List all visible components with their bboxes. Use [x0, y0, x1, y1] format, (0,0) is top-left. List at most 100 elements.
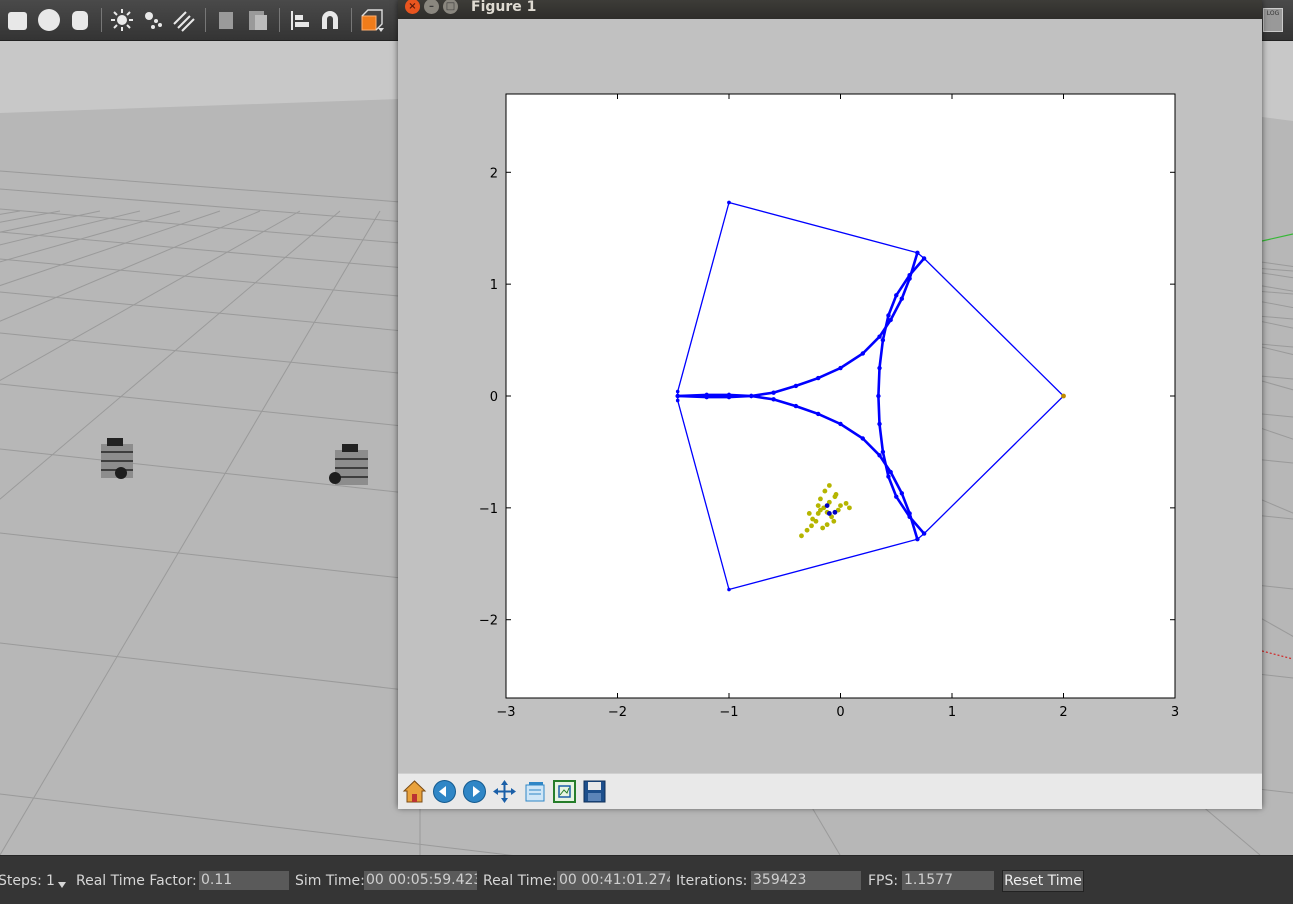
- spot-light-icon[interactable]: [141, 7, 165, 33]
- series-point: [675, 393, 680, 399]
- window-titlebar[interactable]: × – □ Figure 1: [398, 0, 1262, 19]
- robot-left[interactable]: [101, 438, 133, 479]
- steps-value[interactable]: 1: [46, 873, 55, 889]
- series-point: [704, 392, 709, 398]
- series-point: [899, 491, 905, 496]
- scatter-point: [831, 518, 837, 524]
- series-point: [915, 250, 920, 256]
- view-angle-icon[interactable]: [360, 7, 384, 33]
- chevron-down-icon[interactable]: [58, 882, 66, 888]
- cylinder-icon[interactable]: [68, 7, 92, 33]
- scatter-point: [822, 488, 828, 494]
- series-point: [877, 453, 882, 458]
- home-icon[interactable]: [401, 778, 428, 805]
- series-point: [921, 531, 927, 536]
- series-point: [771, 397, 776, 402]
- snap-icon[interactable]: [318, 7, 342, 33]
- series-point: [877, 334, 882, 339]
- copy-icon[interactable]: [215, 7, 239, 33]
- x-tick-label: 0: [836, 705, 844, 720]
- directional-light-icon[interactable]: [172, 7, 196, 33]
- maximize-window-icon[interactable]: □: [443, 0, 458, 14]
- series-point: [726, 392, 732, 398]
- save-icon[interactable]: [581, 778, 608, 805]
- toolbar-separator: [279, 8, 280, 32]
- align-icon[interactable]: [288, 7, 312, 33]
- fps-field[interactable]: 1.1577: [902, 871, 994, 890]
- x-tick-label: −1: [719, 705, 738, 720]
- series-point: [894, 293, 899, 298]
- figure-window: × – □ Figure 1 −3 −2 −1 0 1 2 3 −2 −1 0 1 2: [398, 0, 1262, 809]
- sphere-icon[interactable]: [37, 7, 61, 33]
- scatter-point: [824, 503, 830, 509]
- scatter-point: [826, 483, 832, 488]
- y-tick-label: −1: [479, 502, 498, 517]
- y-tick-label: 2: [490, 166, 498, 181]
- series-point: [894, 494, 899, 499]
- x-tick-label: 1: [948, 705, 956, 720]
- series-point: [888, 469, 893, 475]
- close-window-icon[interactable]: ×: [405, 0, 420, 14]
- steps-label: Steps:: [0, 873, 42, 889]
- series-point: [727, 587, 731, 592]
- scatter-point: [818, 507, 823, 513]
- log-icon[interactable]: LOG: [1263, 8, 1283, 32]
- toolbar-separator: [205, 8, 206, 32]
- series-point: [915, 536, 920, 542]
- minimize-window-icon[interactable]: –: [424, 0, 439, 14]
- series-point: [880, 337, 886, 343]
- box-icon[interactable]: [6, 7, 30, 33]
- scatter-point: [818, 496, 823, 502]
- subplots-icon[interactable]: [521, 778, 548, 805]
- series-point: [793, 403, 799, 409]
- scatter-point: [847, 505, 852, 511]
- real-time-label: Real Time:: [483, 873, 557, 889]
- series-point: [880, 449, 886, 455]
- series-point: [888, 317, 893, 323]
- series-point: [877, 421, 882, 427]
- series-point: [727, 200, 731, 205]
- plot-canvas[interactable]: −3 −2 −1 0 1 2 3 −2 −1 0 1 2: [398, 19, 1262, 773]
- series-point: [907, 514, 912, 519]
- series-point: [877, 365, 882, 371]
- reset-time-button[interactable]: Reset Time: [1002, 870, 1084, 892]
- scatter-point: [833, 492, 839, 497]
- scatter-point: [832, 509, 838, 515]
- scatter-point: [824, 522, 830, 528]
- scatter-point: [815, 503, 821, 509]
- x-tick-label: −3: [496, 705, 515, 720]
- series-point: [876, 393, 881, 399]
- series-point: [838, 365, 843, 371]
- real-time-field[interactable]: 00 00:41:01.274: [557, 871, 670, 890]
- series-point: [838, 421, 843, 427]
- sim-time-field[interactable]: 00 00:05:59.423: [364, 871, 477, 890]
- rtf-field[interactable]: 0.11: [199, 871, 289, 890]
- iterations-label: Iterations:: [676, 873, 748, 889]
- pan-icon[interactable]: [491, 778, 518, 805]
- iterations-field[interactable]: 359423: [751, 871, 861, 890]
- back-icon[interactable]: [431, 778, 458, 805]
- rtf-label: Real Time Factor:: [76, 873, 197, 889]
- scatter-point: [809, 523, 814, 529]
- x-tick-label: −2: [608, 705, 627, 720]
- status-bar: Steps: 1 Real Time Factor: 0.11 Sim Time…: [0, 855, 1293, 904]
- scatter-point: [806, 511, 812, 516]
- y-tick-label: 0: [490, 390, 498, 405]
- x-tick-label: 3: [1171, 705, 1179, 720]
- scatter-point: [804, 527, 810, 533]
- series-point: [907, 273, 912, 278]
- scatter-point: [813, 518, 819, 524]
- series-point: [921, 256, 927, 261]
- forward-icon[interactable]: [461, 778, 488, 805]
- zoom-icon[interactable]: [551, 778, 578, 805]
- series-point: [771, 390, 776, 395]
- series-point: [816, 411, 821, 417]
- series-point: [860, 351, 865, 356]
- x-tick-label: 2: [1059, 705, 1067, 720]
- window-title: Figure 1: [471, 0, 537, 15]
- scatter-point: [1061, 393, 1066, 399]
- paste-icon[interactable]: [246, 7, 270, 33]
- scatter-point: [820, 525, 826, 531]
- sun-light-icon[interactable]: [110, 7, 134, 33]
- series-point: [886, 313, 891, 318]
